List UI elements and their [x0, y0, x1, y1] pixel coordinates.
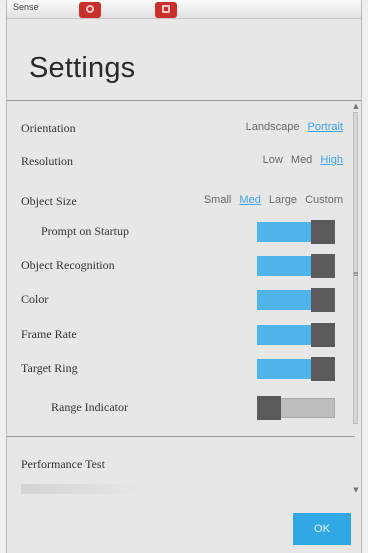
setting-label: Orientation [21, 121, 76, 135]
option-high[interactable]: High [320, 154, 343, 166]
settings-window: Sense Settings Orientation Landscape Por… [6, 0, 362, 553]
setting-row-range-indicator: Range Indicator [7, 393, 355, 423]
toggle-thumb[interactable] [311, 220, 335, 244]
app-glyph-icon [162, 5, 170, 13]
toggle-fill [257, 359, 313, 379]
divider [7, 436, 355, 437]
scroll-down-arrow-icon[interactable]: ▼ [352, 486, 360, 494]
frame-rate-toggle[interactable] [257, 323, 335, 347]
toggle-fill [257, 290, 313, 310]
setting-label: Target Ring [21, 361, 78, 375]
option-large[interactable]: Large [269, 194, 297, 206]
divider [7, 100, 361, 101]
setting-row-frame-rate: Frame Rate [7, 320, 355, 350]
setting-label: Resolution [21, 154, 74, 168]
scroll-grip-icon: ≡ [353, 270, 359, 278]
toggle-fill [257, 222, 313, 242]
scrollbar[interactable]: ▲ ≡ ▼ [352, 102, 360, 494]
app-glyph-icon [86, 5, 94, 13]
setting-row-resolution: Resolution Low Med High [7, 147, 355, 177]
setting-row-prompt-on-startup: Prompt on Startup [7, 217, 355, 247]
performance-test-item[interactable]: Performance Test [21, 457, 105, 472]
prompt-on-startup-toggle[interactable] [257, 220, 335, 244]
toggle-thumb[interactable] [311, 357, 335, 381]
title-bar: Sense [7, 0, 361, 19]
option-custom[interactable]: Custom [305, 194, 343, 206]
bottom-bar: OK [7, 506, 361, 553]
orientation-options: Landscape Portrait [241, 121, 343, 133]
color-toggle[interactable] [257, 288, 335, 312]
setting-label: Object Size [21, 194, 77, 208]
settings-list: Orientation Landscape Portrait Resolutio… [7, 102, 355, 502]
toggle-thumb[interactable] [311, 288, 335, 312]
option-portrait[interactable]: Portrait [308, 121, 343, 133]
setting-row-color: Color [7, 285, 355, 315]
toggle-fill [257, 256, 313, 276]
scroll-thumb[interactable] [353, 112, 358, 424]
option-med[interactable]: Med [291, 154, 312, 166]
toggle-thumb[interactable] [257, 396, 281, 420]
setting-row-target-ring: Target Ring [7, 354, 355, 384]
range-indicator-toggle[interactable] [257, 396, 335, 420]
object-recognition-toggle[interactable] [257, 254, 335, 278]
setting-label: Color [21, 292, 49, 306]
app-title: Sense [13, 2, 39, 12]
toggle-thumb[interactable] [311, 254, 335, 278]
object-size-options: Small Med Large Custom [199, 194, 343, 206]
toggle-thumb[interactable] [311, 323, 335, 347]
target-ring-toggle[interactable] [257, 357, 335, 381]
faded-list-item [21, 484, 141, 494]
option-med[interactable]: Med [239, 194, 260, 206]
setting-row-object-recognition: Object Recognition [7, 251, 355, 281]
setting-row-object-size: Object Size Small Med Large Custom [7, 187, 355, 217]
option-low[interactable]: Low [263, 154, 283, 166]
setting-label: Object Recognition [21, 258, 115, 272]
option-small[interactable]: Small [204, 194, 232, 206]
toggle-fill [257, 325, 313, 345]
toggle-track [279, 398, 335, 418]
scroll-up-arrow-icon[interactable]: ▲ [352, 102, 360, 110]
option-landscape[interactable]: Landscape [246, 121, 300, 133]
setting-label: Frame Rate [21, 327, 77, 341]
setting-label: Prompt on Startup [41, 224, 130, 238]
taskbar-app-icon[interactable] [79, 2, 101, 18]
setting-label: Range Indicator [51, 400, 128, 414]
ok-button[interactable]: OK [293, 513, 351, 545]
taskbar-app-icon[interactable] [155, 2, 177, 18]
resolution-options: Low Med High [258, 154, 343, 166]
setting-row-orientation: Orientation Landscape Portrait [7, 114, 355, 144]
page-title: Settings [29, 52, 136, 84]
